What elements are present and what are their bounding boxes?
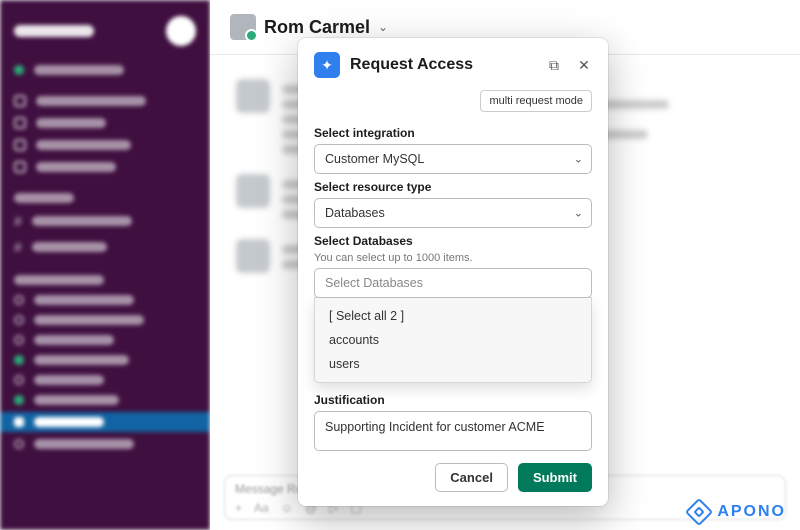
pop-out-icon[interactable]: ⧉ — [544, 55, 564, 75]
justification-label: Justification — [314, 393, 592, 407]
databases-select[interactable]: Select Databases — [314, 268, 592, 298]
justification-value: Supporting Incident for customer ACME — [325, 420, 545, 434]
request-access-modal: ✦ Request Access ⧉ ✕ multi request mode … — [298, 38, 608, 506]
apono-logo-icon — [685, 498, 713, 526]
chevron-down-icon: ⌄ — [574, 153, 583, 166]
app-root: # # Rom Carmel ⌄ Message Rom Carmel — 📅 … — [0, 0, 800, 530]
apono-watermark: APONO — [689, 502, 786, 522]
integration-value: Customer MySQL — [325, 152, 424, 166]
compose-button[interactable] — [166, 16, 196, 46]
databases-hint: You can select up to 1000 items. — [314, 252, 592, 264]
databases-option-accounts[interactable]: accounts — [315, 328, 591, 352]
modal-title: Request Access — [350, 56, 534, 74]
close-icon[interactable]: ✕ — [574, 55, 594, 75]
avatar — [230, 14, 256, 40]
databases-placeholder: Select Databases — [325, 276, 423, 290]
workspace-sidebar: # # — [0, 0, 210, 530]
submit-button[interactable]: Submit — [518, 463, 592, 492]
databases-label: Select Databases — [314, 234, 592, 248]
integration-select[interactable]: Customer MySQL ⌄ — [314, 144, 592, 174]
cancel-button[interactable]: Cancel — [435, 463, 508, 492]
multi-request-mode-button[interactable]: multi request mode — [480, 90, 592, 112]
resource-type-select[interactable]: Databases ⌄ — [314, 198, 592, 228]
channel-name: Rom Carmel — [264, 17, 370, 38]
resource-type-label: Select resource type — [314, 180, 592, 194]
apono-watermark-text: APONO — [717, 503, 786, 521]
chevron-down-icon: ⌄ — [574, 207, 583, 220]
databases-dropdown: [ Select all 2 ] accounts users — [314, 297, 592, 383]
sidebar-item-active[interactable] — [0, 412, 210, 432]
databases-option-select-all[interactable]: [ Select all 2 ] — [315, 304, 591, 328]
databases-option-users[interactable]: users — [315, 352, 591, 376]
chevron-down-icon: ⌄ — [378, 20, 388, 34]
justification-input[interactable]: Supporting Incident for customer ACME — [314, 411, 592, 451]
resource-type-value: Databases — [325, 206, 385, 220]
apono-app-icon: ✦ — [314, 52, 340, 78]
integration-label: Select integration — [314, 126, 592, 140]
